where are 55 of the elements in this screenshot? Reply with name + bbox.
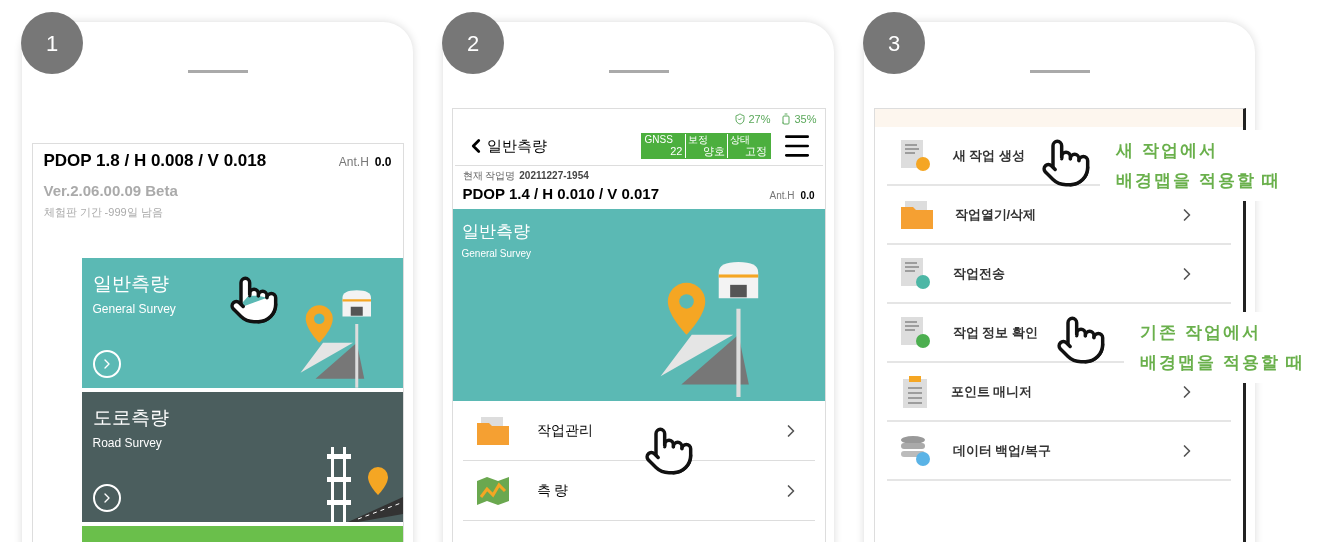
antenna-height-label: Ant.H — [769, 188, 795, 203]
go-button[interactable] — [92, 483, 121, 512]
map-icon — [476, 476, 509, 505]
menu-label: 데이터 백업/복구 — [952, 441, 1051, 460]
step-badge: 1 — [21, 12, 83, 74]
banner-subtitle: General Survey — [461, 247, 531, 261]
antenna-height-label: Ant.H — [338, 154, 369, 171]
step-badge: 2 — [442, 12, 504, 74]
document-plus-icon — [900, 139, 931, 172]
gnss-label: 상태 — [729, 134, 751, 145]
gnss-value: 양호 — [701, 145, 725, 158]
hand-pointer-icon — [227, 274, 280, 326]
battery-icon — [780, 113, 793, 126]
tile-subtitle: Road Survey — [92, 434, 162, 452]
tile-title: 일반측량 — [92, 271, 169, 296]
menu-label: 작업 정보 확인 — [952, 323, 1038, 342]
status-text: 27% — [748, 112, 771, 127]
database-icon — [900, 434, 931, 467]
menu-label: 측 량 — [536, 481, 569, 500]
signal-icon — [734, 113, 747, 126]
menu-label: 작업전송 — [952, 264, 1005, 283]
document-sync-icon — [900, 257, 931, 290]
gnss-value: 고정 — [743, 145, 767, 158]
folder-icon — [900, 200, 933, 229]
step-badge: 3 — [863, 12, 925, 74]
folder-icon — [476, 416, 509, 445]
gnss-label: GNSS — [644, 134, 674, 145]
survey-tile[interactable]: 도로측량 Road Survey — [81, 391, 403, 522]
back-button[interactable]: 일반측량 — [464, 134, 547, 158]
menu-item[interactable]: 데이터 백업/복구 — [886, 422, 1231, 481]
callout-text: 새 작업에서 — [1116, 140, 1219, 162]
tile-subtitle: General Survey — [92, 300, 176, 318]
menu-label: 작업관리 — [536, 421, 593, 440]
hand-pointer-icon — [1039, 137, 1092, 189]
hand-pointer-icon — [642, 425, 695, 477]
document-info-icon — [900, 316, 931, 349]
menu-item[interactable]: 작업전송 — [886, 245, 1231, 304]
clipboard-icon — [900, 375, 929, 408]
menu-label: 새 작업 생성 — [952, 146, 1025, 165]
version-text: Ver.2.06.00.09 Beta — [42, 180, 179, 201]
status-text: 35% — [794, 112, 817, 127]
gnss-value: 22 — [669, 145, 683, 158]
pdop-reading: PDOP 1.8 / H 0.008 / V 0.018 — [43, 150, 267, 172]
job-label: 현재 작업명 — [462, 168, 516, 183]
menu-label: 작업열기/삭제 — [954, 205, 1037, 224]
antenna-height-value: 0.0 — [374, 154, 392, 171]
trial-text: 체험판 기간 -999일 남음 — [42, 205, 164, 220]
menu-label: 포인트 매니저 — [950, 382, 1033, 401]
hand-pointer-icon — [1054, 314, 1107, 366]
antenna-height-value: 0.0 — [800, 188, 815, 203]
job-name: 20211227-1954 — [519, 168, 589, 183]
banner-title: 일반측량 — [461, 221, 530, 243]
pdop-reading: PDOP 1.4 / H 0.010 / V 0.017 — [462, 183, 659, 204]
tile-title: 도로측량 — [92, 405, 169, 430]
gnss-label: 보정 — [687, 134, 709, 145]
